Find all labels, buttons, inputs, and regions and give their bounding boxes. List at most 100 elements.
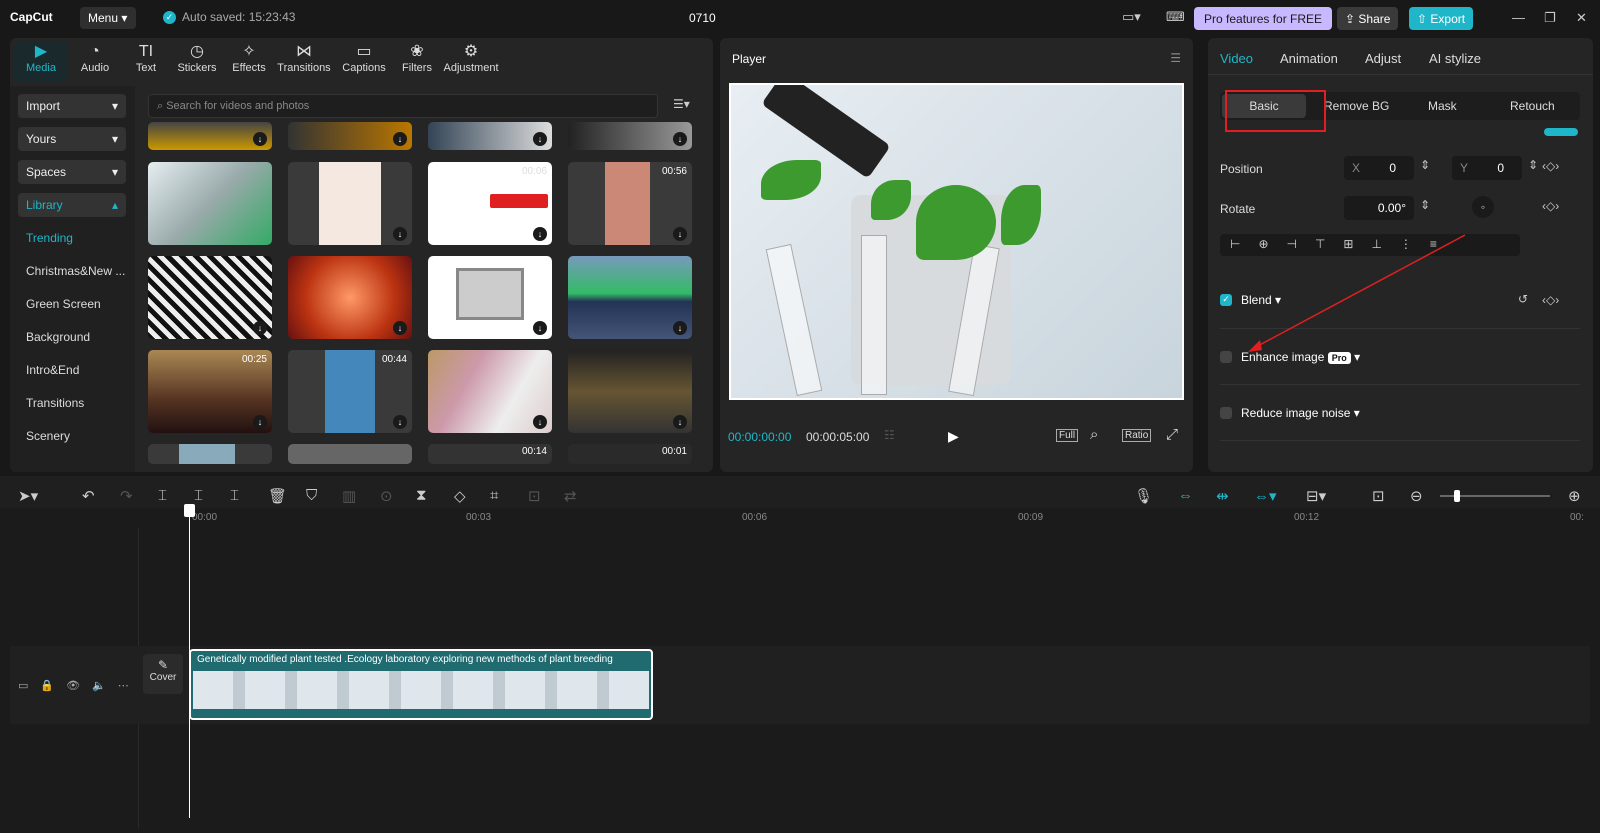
- enhance-checkbox[interactable]: [1220, 351, 1232, 363]
- blend-checkbox[interactable]: ✓: [1220, 294, 1232, 306]
- keyframe-icon[interactable]: ‹◇›: [1542, 293, 1559, 307]
- tab-adjustment[interactable]: ⚙ Adjustment: [438, 42, 504, 82]
- cover-button[interactable]: ✎ Cover: [143, 654, 183, 694]
- sidebar-item-transitions[interactable]: Transitions: [26, 396, 84, 410]
- download-icon[interactable]: ↓: [533, 227, 547, 241]
- ratio-button[interactable]: Ratio: [1122, 429, 1152, 442]
- video-clip[interactable]: Genetically modified plant tested .Ecolo…: [189, 649, 653, 720]
- play-icon[interactable]: ▶: [948, 428, 959, 445]
- media-thumb[interactable]: 00:06 ↓: [428, 162, 552, 245]
- tab-ai-stylize[interactable]: AI stylize: [1429, 51, 1481, 66]
- noise-label[interactable]: Reduce image noise ▾: [1241, 406, 1360, 420]
- download-icon[interactable]: ↓: [393, 227, 407, 241]
- media-thumb[interactable]: 00:56 ↓: [568, 162, 692, 245]
- media-thumb[interactable]: ↓: [148, 122, 272, 150]
- tab-animation[interactable]: Animation: [1280, 51, 1338, 66]
- timeline-grid-icon[interactable]: ☷: [884, 428, 895, 442]
- rotate-stepper-icon[interactable]: ⇕: [1420, 198, 1430, 212]
- link-main-track-icon[interactable]: ⇔: [1178, 487, 1193, 504]
- video-preview[interactable]: [729, 83, 1184, 400]
- close-icon[interactable]: ✕: [1576, 10, 1587, 26]
- download-icon[interactable]: ↓: [393, 132, 407, 146]
- download-icon[interactable]: ↓: [673, 415, 687, 429]
- microphone-icon[interactable]: 🎙: [1134, 487, 1153, 505]
- subtab-remove-bg[interactable]: Remove BG: [1324, 99, 1389, 113]
- select-icon[interactable]: ➤▾: [18, 487, 38, 505]
- tab-audio[interactable]: ◔ Audio: [68, 42, 122, 82]
- tab-effects[interactable]: ✧ Effects: [222, 42, 276, 82]
- media-thumb[interactable]: 00:25 ↓: [148, 350, 272, 433]
- sidebar-item-christmas[interactable]: Christmas&New ...: [26, 264, 125, 278]
- download-icon[interactable]: ↓: [253, 415, 267, 429]
- tab-video[interactable]: Video: [1220, 51, 1253, 66]
- download-icon[interactable]: ↓: [393, 415, 407, 429]
- play-circle-icon[interactable]: ⊙: [380, 487, 393, 505]
- media-thumb[interactable]: [288, 444, 412, 464]
- keyframe-icon[interactable]: ‹◇›: [1542, 159, 1559, 173]
- sidebar-import[interactable]: Import ▾: [18, 94, 126, 118]
- split-icon[interactable]: ⌶: [158, 487, 167, 504]
- media-thumb[interactable]: 00:44 ↓: [288, 350, 412, 433]
- caption-view-icon[interactable]: ⊡: [1372, 487, 1385, 505]
- reset-icon[interactable]: ↺: [1518, 292, 1528, 306]
- sidebar-library[interactable]: Library ▴: [18, 193, 126, 217]
- link-icon[interactable]: ⇔▾: [1254, 487, 1277, 505]
- media-thumb[interactable]: ↓: [428, 256, 552, 339]
- freeze-icon[interactable]: ▥: [342, 487, 356, 505]
- sidebar-item-scenery[interactable]: Scenery: [26, 429, 70, 443]
- download-icon[interactable]: ↓: [673, 321, 687, 335]
- media-thumb[interactable]: ↓: [568, 350, 692, 433]
- split-left-icon[interactable]: ⌶: [194, 487, 203, 504]
- subtab-retouch[interactable]: Retouch: [1510, 99, 1555, 113]
- minimize-icon[interactable]: —: [1512, 10, 1525, 25]
- full-button[interactable]: Full: [1056, 429, 1079, 442]
- shortcut-icon[interactable]: ⌨: [1166, 9, 1185, 25]
- playhead-handle[interactable]: [184, 504, 195, 517]
- search-input[interactable]: ⌕ Search for videos and photos: [148, 94, 658, 118]
- delete-icon[interactable]: 🗑: [268, 487, 287, 505]
- y-stepper-icon[interactable]: ⇕: [1528, 158, 1538, 172]
- sidebar-item-intro-end[interactable]: Intro&End: [26, 363, 79, 377]
- zoom-in-icon[interactable]: ⊕: [1568, 487, 1581, 505]
- fullscreen-icon[interactable]: ⤢: [1166, 426, 1178, 443]
- media-thumb[interactable]: ↓: [428, 122, 552, 150]
- media-thumb[interactable]: [148, 162, 272, 245]
- uniform-scale-toggle[interactable]: [1544, 128, 1578, 136]
- layout-icon[interactable]: ▭▾: [1122, 9, 1141, 25]
- media-thumb[interactable]: ↓: [288, 256, 412, 339]
- position-x-input[interactable]: X0: [1344, 156, 1414, 180]
- position-y-input[interactable]: Y0: [1452, 156, 1522, 180]
- rotate-icon[interactable]: ◇: [454, 487, 466, 505]
- sidebar-item-trending[interactable]: Trending: [26, 231, 73, 245]
- media-thumb[interactable]: 00:01: [568, 444, 692, 464]
- undo-icon[interactable]: ↶: [82, 487, 95, 505]
- reverse-icon[interactable]: ⇄: [564, 487, 577, 505]
- tab-adjust[interactable]: Adjust: [1365, 51, 1401, 66]
- sidebar-item-background[interactable]: Background: [26, 330, 90, 344]
- sidebar-spaces[interactable]: Spaces ▾: [18, 160, 126, 184]
- mirror-icon[interactable]: ⧗: [416, 487, 427, 504]
- playhead[interactable]: [189, 508, 190, 818]
- media-thumb[interactable]: ↓: [288, 122, 412, 150]
- magnet-icon[interactable]: ⇹: [1216, 487, 1229, 505]
- tab-transitions[interactable]: ⋈ Transitions: [274, 42, 334, 82]
- x-stepper-icon[interactable]: ⇕: [1420, 158, 1430, 172]
- download-icon[interactable]: ↓: [393, 321, 407, 335]
- download-icon[interactable]: ↓: [533, 415, 547, 429]
- tab-media[interactable]: ▶ Media: [14, 42, 68, 82]
- pro-features-button[interactable]: Pro features for FREE: [1194, 7, 1333, 30]
- tab-stickers[interactable]: ◷ Stickers: [170, 42, 224, 82]
- subtab-mask[interactable]: Mask: [1428, 99, 1457, 113]
- media-thumb[interactable]: ↓: [568, 256, 692, 339]
- media-thumb[interactable]: ↓: [428, 350, 552, 433]
- noise-checkbox[interactable]: [1220, 407, 1232, 419]
- rotate-input[interactable]: 0.00°: [1344, 196, 1414, 220]
- sidebar-yours[interactable]: Yours ▾: [18, 127, 126, 151]
- crop-icon[interactable]: ⌗: [490, 487, 498, 504]
- download-icon[interactable]: ↓: [253, 321, 267, 335]
- resize-icon[interactable]: ⊡: [528, 487, 541, 505]
- zoom-fit-icon[interactable]: ⌕: [1090, 426, 1098, 443]
- download-icon[interactable]: ↓: [533, 132, 547, 146]
- menu-button[interactable]: Menu ▾: [80, 7, 136, 29]
- tab-text[interactable]: TI Text: [119, 42, 173, 82]
